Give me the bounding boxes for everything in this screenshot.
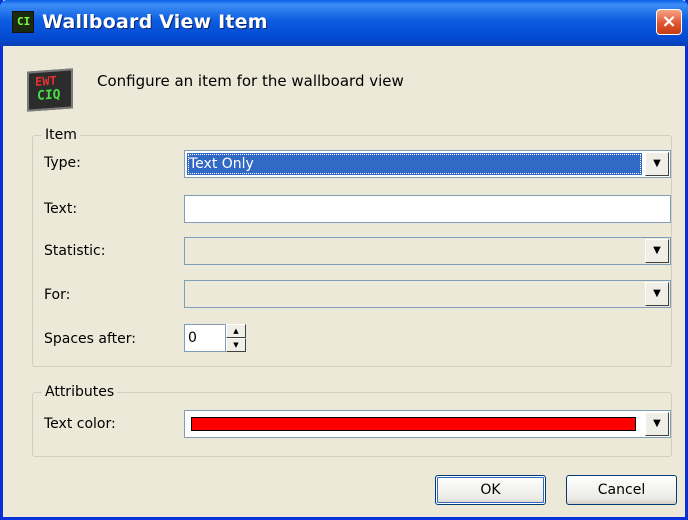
dialog-window: CI Wallboard View Item × EWT CIQ Configu… (0, 0, 688, 520)
item-group-legend: Item (45, 127, 77, 143)
title-bar[interactable]: CI Wallboard View Item × (0, 0, 688, 46)
statistic-selected-value (187, 240, 642, 262)
dialog-description: Configure an item for the wallboard view (97, 72, 404, 90)
statistic-dropdown[interactable]: ▼ (184, 237, 671, 265)
text-label: Text: (44, 201, 78, 217)
spin-up-button[interactable]: ▲ (226, 324, 246, 338)
type-label: Type: (44, 155, 81, 171)
text-color-swatch (191, 417, 636, 431)
for-dropdown-button[interactable]: ▼ (645, 282, 669, 306)
chevron-down-icon: ▼ (653, 288, 661, 299)
wallboard-icon-line2: CIQ (37, 87, 61, 104)
type-dropdown[interactable]: Text Only ▼ (184, 150, 671, 178)
app-title-icon: CI (12, 11, 34, 33)
for-selected-value (187, 283, 642, 305)
chevron-down-icon: ▼ (233, 341, 239, 349)
text-input[interactable] (184, 195, 671, 223)
chevron-down-icon: ▼ (653, 245, 661, 256)
attributes-group-legend: Attributes (45, 384, 115, 400)
type-selected-value: Text Only (187, 153, 642, 175)
type-dropdown-button[interactable]: ▼ (645, 152, 669, 176)
cancel-button[interactable]: Cancel (566, 475, 677, 505)
text-color-label: Text color: (44, 416, 116, 432)
statistic-label: Statistic: (44, 243, 106, 259)
close-icon: × (661, 11, 677, 32)
title-icon-text: CI (17, 15, 31, 28)
spin-down-button[interactable]: ▼ (226, 338, 246, 352)
for-dropdown[interactable]: ▼ (184, 280, 671, 308)
text-color-dropdown[interactable]: ▼ (184, 410, 671, 438)
ok-button[interactable]: OK (435, 475, 546, 505)
close-button[interactable]: × (656, 9, 682, 35)
window-title: Wallboard View Item (42, 11, 268, 33)
text-color-dropdown-button[interactable]: ▼ (645, 412, 669, 436)
spaces-after-label: Spaces after: (44, 331, 136, 347)
chevron-down-icon: ▼ (653, 418, 661, 429)
for-label: For: (44, 287, 71, 303)
statistic-dropdown-button[interactable]: ▼ (645, 239, 669, 263)
spaces-after-input[interactable]: 0 (184, 324, 226, 352)
chevron-up-icon: ▲ (233, 327, 239, 335)
chevron-down-icon: ▼ (653, 158, 661, 169)
spaces-after-spinner[interactable]: ▲ ▼ (226, 324, 246, 352)
wallboard-icon: EWT CIQ (27, 68, 73, 112)
